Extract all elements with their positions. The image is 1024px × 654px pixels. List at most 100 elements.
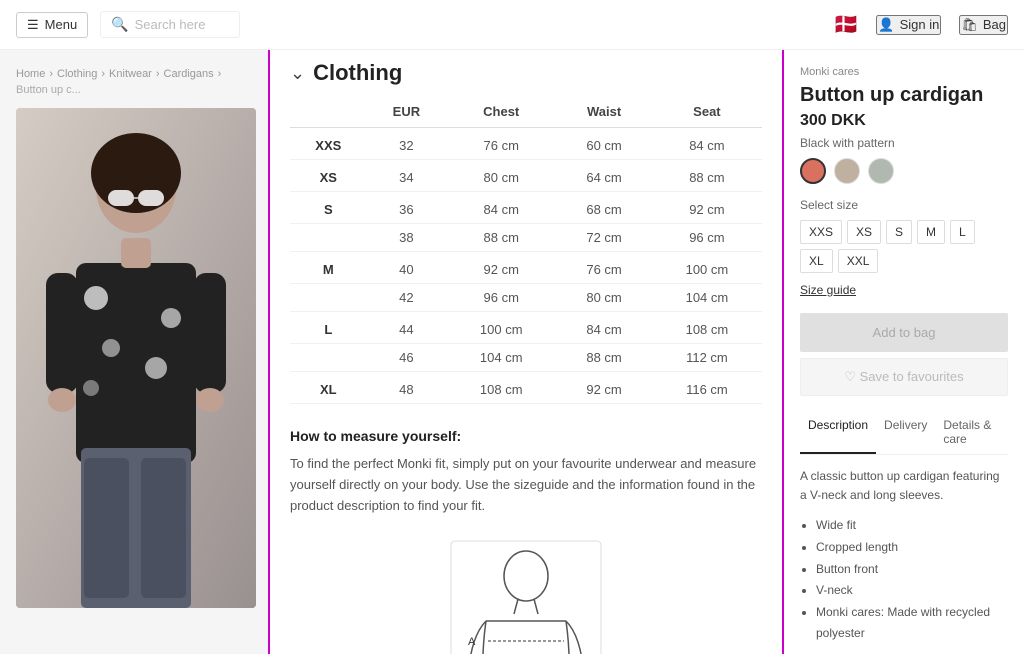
size-btn-s[interactable]: S: [886, 220, 912, 244]
chest-value: 92 cm: [446, 252, 556, 284]
chest-value: 76 cm: [446, 128, 556, 160]
size-btn-xxl[interactable]: XXL: [838, 249, 879, 273]
sign-in-label: Sign in: [900, 17, 940, 32]
tab-description[interactable]: Description: [800, 412, 876, 454]
bag-label: Bag: [983, 17, 1006, 32]
body-diagram: A B C: [446, 536, 606, 654]
waist-value: 72 cm: [556, 224, 652, 252]
eur-value: 38: [367, 224, 447, 252]
tab-details---care[interactable]: Details & care: [935, 412, 1008, 454]
description-text: A classic button up cardigan featuring a…: [800, 467, 1008, 505]
bag-icon: 🛍: [961, 17, 978, 33]
feature-item: V-neck: [816, 580, 1008, 602]
size-label: XXS: [290, 128, 367, 160]
add-to-bag-button[interactable]: Add to bag: [800, 313, 1008, 352]
breadcrumb-home[interactable]: Home: [16, 68, 45, 80]
size-guide-title: Clothing: [313, 60, 402, 86]
seat-value: 96 cm: [652, 224, 762, 252]
waist-value: 84 cm: [556, 312, 652, 344]
hamburger-icon: ☰: [27, 17, 39, 33]
product-title: Button up cardigan: [800, 82, 1008, 108]
swatch-grey[interactable]: [868, 158, 894, 184]
waist-value: 76 cm: [556, 252, 652, 284]
breadcrumb-sep1: ›: [49, 68, 53, 80]
product-image-area: [16, 108, 252, 608]
feature-item: Monki cares: Made with recycled polyeste…: [816, 602, 1008, 645]
favorite-button[interactable]: ♡ Save to favourites: [800, 358, 1008, 396]
size-label: M: [290, 252, 367, 284]
product-color: Black with pattern: [800, 136, 1008, 150]
header-right: 🇩🇰 👤 Sign in 🛍 Bag: [834, 12, 1009, 37]
eur-value: 42: [367, 284, 447, 312]
select-size-label: Select size: [800, 198, 1008, 212]
measure-text: To find the perfect Monki fit, simply pu…: [290, 454, 762, 516]
svg-text:A: A: [468, 636, 476, 648]
how-to-measure-heading: How to measure yourself:: [290, 428, 762, 444]
product-tabs: DescriptionDeliveryDetails & care: [800, 412, 1008, 455]
eur-value: 48: [367, 372, 447, 404]
size-label: L: [290, 312, 367, 344]
flag-icon[interactable]: 🇩🇰: [834, 12, 859, 37]
person-icon: 👤: [878, 17, 894, 33]
seat-value: 108 cm: [652, 312, 762, 344]
seat-value: 104 cm: [652, 284, 762, 312]
breadcrumb-clothing[interactable]: Clothing: [57, 68, 97, 80]
center-panel-header: ⌄ Clothing: [290, 50, 762, 96]
eur-value: 40: [367, 252, 447, 284]
seat-value: 116 cm: [652, 372, 762, 404]
size-label-empty: [290, 344, 367, 372]
swatch-beige[interactable]: [834, 158, 860, 184]
breadcrumb-current: Button up c...: [16, 84, 81, 96]
waist-value: 64 cm: [556, 160, 652, 192]
col-seat: Seat: [652, 96, 762, 128]
seat-value: 100 cm: [652, 252, 762, 284]
menu-label: Menu: [45, 17, 78, 32]
eur-value: 46: [367, 344, 447, 372]
size-btn-xxs[interactable]: XXS: [800, 220, 842, 244]
search-placeholder: Search here: [135, 17, 206, 32]
breadcrumb-sep3: ›: [156, 68, 160, 80]
size-guide-link[interactable]: Size guide: [800, 283, 1008, 297]
eur-value: 32: [367, 128, 447, 160]
sign-in-button[interactable]: 👤 Sign in: [876, 15, 941, 35]
seat-value: 92 cm: [652, 192, 762, 224]
waist-value: 92 cm: [556, 372, 652, 404]
chest-value: 80 cm: [446, 160, 556, 192]
size-btn-xl[interactable]: XL: [800, 249, 833, 273]
size-btn-l[interactable]: L: [950, 220, 975, 244]
breadcrumb-cardigans[interactable]: Cardigans: [164, 68, 214, 80]
waist-value: 60 cm: [556, 128, 652, 160]
feature-item: Cropped length: [816, 537, 1008, 559]
eur-value: 44: [367, 312, 447, 344]
size-btn-xs[interactable]: XS: [847, 220, 881, 244]
chest-value: 88 cm: [446, 224, 556, 252]
feature-item: Wide fit: [816, 515, 1008, 537]
col-waist: Waist: [556, 96, 652, 128]
size-label: XL: [290, 372, 367, 404]
swatch-rust[interactable]: [800, 158, 826, 184]
chevron-down-icon[interactable]: ⌄: [290, 63, 305, 84]
breadcrumb-sep2: ›: [101, 68, 105, 80]
chest-value: 108 cm: [446, 372, 556, 404]
breadcrumb: Home › Clothing › Knitwear › Cardigans ›…: [16, 60, 252, 104]
chest-value: 104 cm: [446, 344, 556, 372]
col-eur: EUR: [367, 96, 447, 128]
size-label: S: [290, 192, 367, 224]
features-list: Wide fitCropped lengthButton frontV-neck…: [816, 515, 1008, 645]
product-price: 300 DKK: [800, 112, 1008, 130]
bag-button[interactable]: 🛍 Bag: [959, 15, 1008, 35]
search-box[interactable]: 🔍 Search here: [100, 11, 240, 38]
product-image-svg: [16, 108, 256, 608]
col-chest: Chest: [446, 96, 556, 128]
tab-delivery[interactable]: Delivery: [876, 412, 935, 454]
seat-value: 84 cm: [652, 128, 762, 160]
center-panel[interactable]: ⌄ Clothing EUR Chest Waist Seat XXS 32 7…: [270, 50, 784, 654]
col-size: [290, 96, 367, 128]
menu-button[interactable]: ☰ Menu: [16, 12, 88, 38]
header-left: ☰ Menu 🔍 Search here: [16, 11, 240, 38]
waist-value: 88 cm: [556, 344, 652, 372]
breadcrumb-sep4: ›: [218, 68, 222, 80]
product-image: [16, 108, 256, 608]
size-btn-m[interactable]: M: [917, 220, 945, 244]
breadcrumb-knitwear[interactable]: Knitwear: [109, 68, 152, 80]
